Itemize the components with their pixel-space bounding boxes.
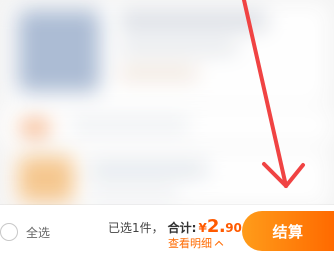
product-image-placeholder [18,10,100,92]
details-link-label: 查看明细 [168,237,212,250]
cart-total-summary: 已选1件， 合计: ¥ 2. 90 [108,216,242,237]
selected-count-text: 已选1件， [108,221,164,235]
shopping-cart-screen: 全选 已选1件， 合计: ¥ 2. 90 查看明细 结算 [0,0,334,253]
caret-up-icon [214,240,224,249]
price-integer: 2. [206,216,226,237]
select-all-label: 全选 [26,225,51,240]
secondary-product-image-placeholder [18,156,74,202]
price-decimal: 90 [225,221,242,235]
view-details-link[interactable]: 查看明细 [168,235,224,251]
product-title-placeholder [118,12,268,30]
promotion-badge [20,120,50,136]
circle-checkbox-icon[interactable] [0,223,18,241]
secondary-meta-placeholder [88,186,178,198]
checkout-button[interactable]: 结算 [242,211,334,251]
currency-symbol: ¥ [198,221,207,235]
secondary-title-placeholder [88,162,208,176]
promotion-text-placeholder [70,118,190,132]
checkout-button-label: 结算 [272,222,304,241]
total-label: 合计: [167,221,197,235]
select-all-control[interactable]: 全选 [0,221,50,243]
cart-footer-bar: 全选 已选1件， 合计: ¥ 2. 90 查看明细 结算 [0,205,334,253]
product-price-placeholder [118,66,198,80]
product-spec-placeholder [118,40,238,54]
